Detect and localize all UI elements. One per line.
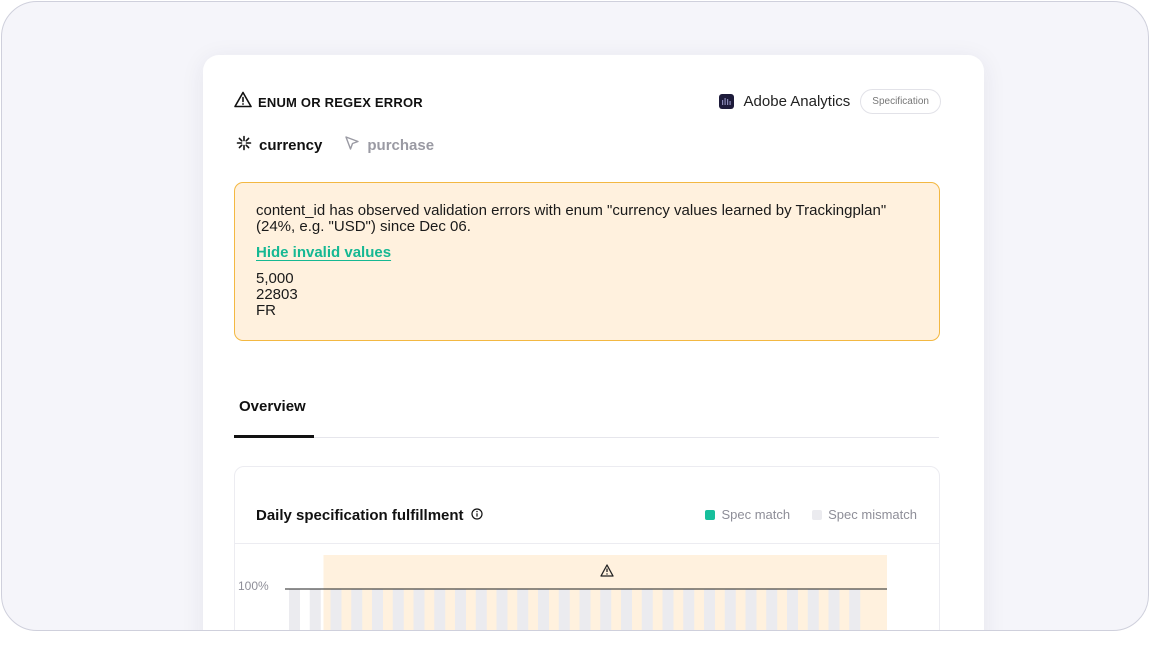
mismatch-bar — [434, 589, 446, 630]
mismatch-bar — [413, 589, 425, 630]
mismatch-bar — [621, 589, 632, 630]
property-label-currency: currency — [259, 136, 323, 154]
mismatch-bar — [558, 589, 570, 630]
mismatch-bar — [683, 589, 695, 630]
mismatch-bar — [455, 589, 466, 630]
page-bottom — [0, 632, 1150, 670]
specification-badge[interactable]: Specification — [860, 89, 941, 114]
screenshot-frame: ENUM OR REGEX ERROR Adobe Analytics Spec… — [1, 1, 1149, 631]
invalid-value: 5,000 — [256, 270, 294, 287]
legend-label: Spec match — [721, 507, 791, 522]
error-title: ENUM OR REGEX ERROR — [258, 94, 423, 110]
warning-dot — [606, 573, 608, 575]
mismatch-bar — [828, 589, 840, 630]
legend-item-spec-match[interactable]: Spec match — [705, 507, 790, 522]
chart-header: Daily specification fulfillment Spec mat… — [235, 467, 939, 544]
mismatch-bar — [579, 589, 591, 630]
error-header: ENUM OR REGEX ERROR — [234, 91, 423, 113]
mismatch-bar — [517, 589, 529, 630]
invalid-value: FR — [256, 302, 276, 319]
chart-title: Daily specification fulfillment — [256, 507, 483, 524]
info-icon[interactable] — [470, 507, 483, 524]
mismatch-bar — [641, 589, 653, 630]
mismatch-bar — [392, 589, 404, 630]
integration-name: Adobe Analytics — [743, 93, 851, 110]
adobe-analytics-logo — [718, 94, 734, 109]
asterisk-icon — [236, 135, 252, 155]
hide-invalid-values-link[interactable]: Hide invalid values — [256, 245, 391, 261]
mismatch-bar — [372, 589, 383, 630]
warning-triangle-icon — [234, 91, 252, 113]
mismatch-bar — [309, 589, 321, 630]
daily-fulfillment-chart: 100% — [238, 555, 887, 630]
mismatch-bar — [330, 589, 342, 630]
chart-title-text: Daily specification fulfillment — [256, 507, 464, 524]
tab-overview[interactable]: Overview — [234, 388, 314, 438]
mismatch-bar — [538, 589, 549, 630]
mismatch-bar — [289, 589, 300, 630]
daily-fulfillment-chart-card: Daily specification fulfillment Spec mat… — [234, 466, 940, 630]
integration-info: Adobe Analytics Specification — [718, 89, 941, 114]
invalid-values-list: 5,000 22803 FR — [256, 271, 919, 319]
property-breadcrumb: currency purchase — [236, 135, 434, 155]
mismatch-bar — [724, 589, 736, 630]
mismatch-bar — [745, 589, 757, 630]
property-purchase[interactable]: purchase — [344, 135, 434, 155]
mismatch-bar — [351, 589, 363, 630]
chart-legend: Spec match Spec mismatch — [705, 507, 917, 522]
validation-alert: content_id has observed validation error… — [234, 182, 940, 341]
mismatch-bar — [496, 589, 508, 630]
mismatch-bar — [662, 589, 674, 630]
legend-label: Spec mismatch — [828, 507, 917, 522]
mismatch-bar — [787, 589, 798, 630]
mismatch-bar — [766, 589, 778, 630]
y-tick-label: 100% — [238, 579, 269, 593]
mismatch-bar — [807, 589, 819, 630]
invalid-value: 22803 — [256, 286, 298, 303]
mismatch-bar — [475, 589, 487, 630]
alert-message: content_id has observed validation error… — [256, 202, 887, 235]
mismatch-bar — [849, 589, 861, 630]
legend-item-spec-mismatch[interactable]: Spec mismatch — [812, 507, 917, 522]
cursor-arrow-icon — [344, 135, 360, 155]
legend-swatch-spec-match — [705, 509, 716, 520]
mismatch-bar — [600, 589, 612, 630]
property-label-purchase: purchase — [367, 136, 435, 154]
property-currency[interactable]: currency — [236, 135, 322, 155]
legend-swatch-spec-mismatch — [812, 509, 823, 520]
mismatch-bar — [704, 589, 715, 630]
error-detail-card: ENUM OR REGEX ERROR Adobe Analytics Spec… — [203, 55, 984, 630]
tab-bar: Overview — [234, 388, 939, 438]
